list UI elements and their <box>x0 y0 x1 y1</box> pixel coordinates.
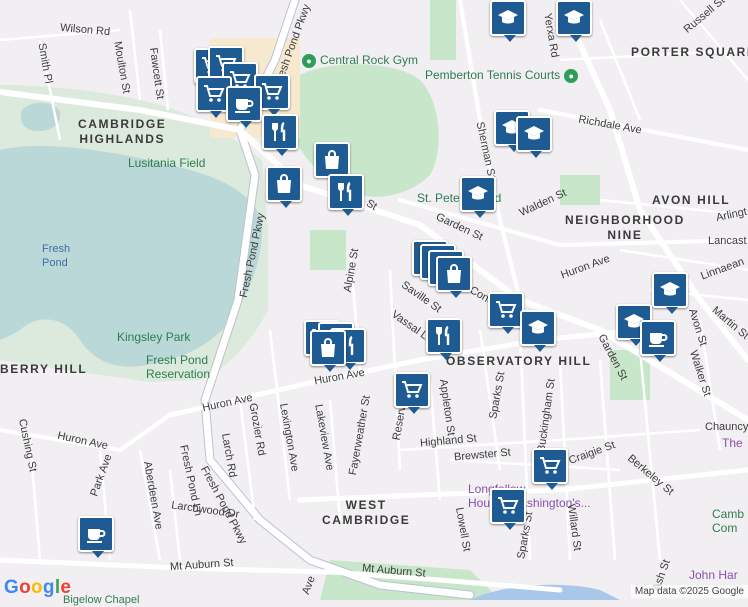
map-marker[interactable] <box>328 174 364 216</box>
google-logo: Google <box>4 577 72 598</box>
poi-kingsley-park[interactable]: Kingsley Park <box>117 330 190 344</box>
map-marker[interactable] <box>394 372 430 414</box>
school-icon <box>562 6 586 30</box>
poi-label: Pemberton Tennis Courts <box>425 68 561 82</box>
cart-icon <box>260 80 284 104</box>
school-icon <box>496 6 520 30</box>
school-icon <box>522 122 546 146</box>
pin-icon: ● <box>302 53 316 68</box>
bag-icon <box>442 262 466 286</box>
cart-icon <box>496 494 520 518</box>
area-observatory-hill: OBSERVATORY HILL <box>446 354 592 368</box>
pin-icon: ● <box>564 68 579 83</box>
map-marker[interactable] <box>652 272 688 314</box>
coffee-icon <box>84 522 108 546</box>
coffee-icon <box>232 92 256 116</box>
park-strip <box>430 0 456 60</box>
poi-partial-camb[interactable]: Camb Com <box>712 507 744 535</box>
coffee-icon <box>646 326 670 350</box>
area-berry-hill: BERRY HILL <box>0 362 88 376</box>
street-chauncy: Chauncy <box>705 421 748 433</box>
poi-central-rock-gym[interactable]: ● Central Rock Gym <box>302 53 418 68</box>
school-icon <box>658 278 682 302</box>
map-marker[interactable] <box>460 176 496 218</box>
poi-fresh-pond: Fresh Pond <box>42 243 71 269</box>
map-marker[interactable] <box>262 114 298 156</box>
park-garden <box>560 175 600 205</box>
school-icon <box>526 316 550 340</box>
map-marker[interactable] <box>640 320 676 362</box>
map-attribution: Map data ©2025 Google <box>630 585 748 598</box>
map-marker[interactable] <box>310 330 346 372</box>
area-cambridge-highlands: CAMBRIDGE HIGHLANDS <box>78 117 167 146</box>
field-small <box>310 230 346 270</box>
school-icon <box>466 182 490 206</box>
map-marker[interactable] <box>426 318 462 360</box>
bag-icon <box>316 336 340 360</box>
utensils-icon <box>334 180 358 204</box>
utensils-icon <box>432 324 456 348</box>
map-marker[interactable] <box>266 166 302 208</box>
poi-label: Central Rock Gym <box>320 53 419 67</box>
cart-icon <box>494 298 518 322</box>
map-marker[interactable] <box>490 488 526 530</box>
map-marker[interactable] <box>516 116 552 158</box>
poi-partial-the[interactable]: The <box>722 436 743 450</box>
area-west-cambridge: WEST CAMBRIDGE <box>322 498 411 527</box>
map-marker[interactable] <box>436 256 472 298</box>
map-marker[interactable] <box>532 448 568 490</box>
poi-fresh-pond-reservation[interactable]: Fresh Pond Reservation <box>146 353 210 381</box>
bag-icon <box>320 148 344 172</box>
poi-john-harvard[interactable]: John Har <box>689 568 738 582</box>
cart-icon <box>400 378 424 402</box>
map-marker[interactable] <box>520 310 556 352</box>
poi-lusitania-field[interactable]: Lusitania Field <box>128 156 205 170</box>
area-neighborhood-nine: NEIGHBORHOOD NINE <box>565 213 685 242</box>
map-marker[interactable] <box>226 86 262 128</box>
area-porter-square: PORTER SQUARE <box>631 45 748 59</box>
map-marker[interactable] <box>314 142 350 184</box>
poi-pemberton[interactable]: Pemberton Tennis Courts ● <box>425 68 582 83</box>
poi-bigelow-chapel[interactable]: Bigelow Chapel <box>63 593 139 607</box>
map-marker[interactable] <box>78 516 114 558</box>
utensils-icon <box>268 120 292 144</box>
area-avon-hill: AVON HILL <box>652 193 731 207</box>
cart-icon <box>202 82 226 106</box>
cart-icon <box>538 454 562 478</box>
bag-icon <box>272 172 296 196</box>
map-marker[interactable] <box>556 0 592 42</box>
park-north <box>290 64 439 197</box>
street-lancaster: Lancast <box>708 235 747 247</box>
map-marker[interactable] <box>488 292 524 334</box>
map-marker[interactable] <box>490 0 526 42</box>
